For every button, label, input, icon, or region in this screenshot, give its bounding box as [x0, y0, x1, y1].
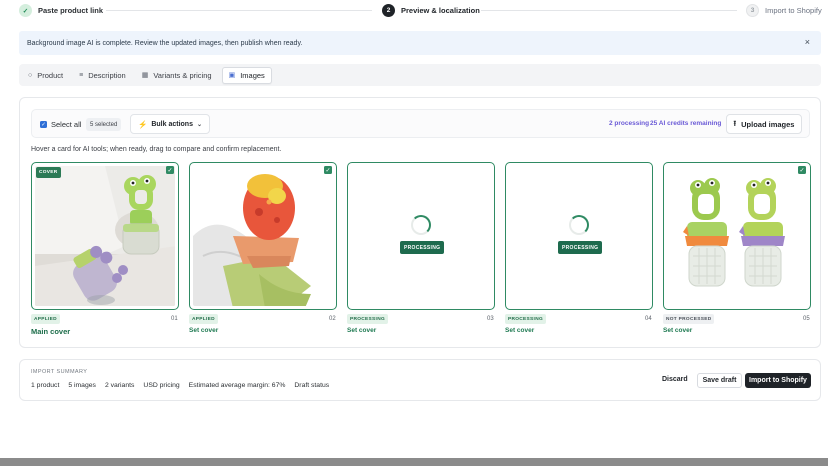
bulk-actions-label: Bulk actions [151, 120, 193, 128]
upload-images-button[interactable]: ⭱ Upload images [726, 114, 802, 134]
set-cover-link[interactable]: Set cover [663, 327, 692, 334]
step-preview[interactable]: 2 Preview & localization [382, 4, 480, 17]
tab-description[interactable]: ≡ Description [73, 67, 132, 84]
card-index: 03 [487, 316, 494, 322]
import-summary-panel: IMPORT SUMMARY 1 product 5 images 2 vari… [19, 359, 821, 401]
image-icon: ▣ [228, 72, 236, 79]
tab-images[interactable]: ▣ Images [221, 66, 272, 84]
product-image [667, 166, 807, 306]
step-number: 2 [382, 4, 395, 17]
tab-variants-pricing[interactable]: ▦ Variants & pricing [136, 67, 218, 84]
image-card[interactable]: PROCESSING [347, 162, 495, 310]
images-toolbar: ✓ Select all 5 selected ⚡ Bulk actions ⌄… [31, 109, 810, 138]
cover-tag: COVER [36, 167, 61, 178]
status-badge: APPLIED [31, 314, 60, 324]
tab-label: Images [240, 70, 265, 80]
step-label: Import to Shopify [765, 6, 822, 15]
set-cover-link[interactable]: Set cover [189, 327, 218, 334]
discard-button[interactable]: Discard [662, 376, 688, 383]
step-connector [481, 10, 737, 11]
status-badge: PROCESSING [347, 314, 388, 324]
bottom-scrollbar[interactable] [0, 458, 828, 466]
select-all-label: Select all [51, 120, 82, 129]
image-card[interactable]: PROCESSING [505, 162, 653, 310]
product-image [35, 166, 175, 306]
selected-count-badge: 5 selected [86, 118, 122, 131]
banner-text: Background image AI is complete. Review … [27, 39, 303, 47]
product-image [193, 166, 333, 306]
bulk-actions-button[interactable]: ⚡ Bulk actions ⌄ [130, 114, 210, 134]
import-to-shopify-button[interactable]: Import to Shopify [745, 373, 811, 388]
tab-bar: ○ Product ≡ Description ▦ Variants & pri… [19, 64, 821, 86]
step-label: Preview & localization [401, 6, 480, 15]
tab-product[interactable]: ○ Product [22, 67, 69, 84]
summary-item: 1 product [31, 382, 60, 389]
upload-label: Upload images [741, 119, 795, 129]
main-cover-label: Main cover [31, 327, 71, 336]
loading-spinner-icon [569, 215, 589, 235]
step-connector [106, 10, 372, 11]
card-index: 04 [645, 316, 652, 322]
summary-item: Estimated average margin: 67% [188, 382, 286, 389]
processing-overlay: PROCESSING [400, 241, 445, 254]
image-card[interactable]: COVER ✓ [31, 162, 179, 310]
card-checkbox[interactable]: ✓ [324, 166, 332, 174]
upload-icon: ⭱ [733, 118, 737, 128]
set-cover-link[interactable]: Set cover [505, 327, 534, 334]
set-cover-link[interactable]: Set cover [347, 327, 376, 334]
summary-item: 5 images [68, 382, 96, 389]
close-icon[interactable]: × [805, 37, 810, 47]
image-card[interactable]: ✓ [189, 162, 337, 310]
status-badge: NOT PROCESSED [663, 314, 715, 324]
select-all-checkbox[interactable]: ✓ Select all [40, 120, 81, 129]
grid-icon: ▦ [141, 72, 149, 79]
images-panel: ✓ Select all 5 selected ⚡ Bulk actions ⌄… [19, 97, 821, 348]
summary-items: 1 product 5 images 2 variants USD pricin… [31, 382, 329, 389]
loading-spinner-icon [411, 215, 431, 235]
status-badge: PROCESSING [505, 314, 546, 324]
save-draft-button[interactable]: Save draft [697, 373, 742, 388]
tab-label: Product [37, 70, 64, 80]
tab-label: Variants & pricing [153, 70, 212, 80]
card-checkbox[interactable]: ✓ [798, 166, 806, 174]
magic-wand-icon: ⚡ [138, 119, 148, 129]
checkbox-checked-icon: ✓ [40, 121, 47, 128]
card-index: 02 [329, 316, 336, 322]
card-index: 01 [171, 316, 178, 322]
tab-label: Description [88, 70, 126, 80]
card-index: 05 [803, 316, 810, 322]
info-banner: Background image AI is complete. Review … [19, 31, 821, 55]
chevron-down-icon: ⌄ [196, 121, 202, 128]
image-card[interactable]: ✓ [663, 162, 811, 310]
hint-text: Hover a card for AI tools; when ready, d… [31, 146, 282, 153]
check-icon: ✓ [19, 4, 32, 17]
processing-count: 2 processing [609, 120, 650, 127]
card-checkbox[interactable]: ✓ [166, 166, 174, 174]
summary-item: USD pricing [143, 382, 180, 389]
progress-stepper: ✓ Paste product link 2 Preview & localiz… [0, 0, 828, 24]
circle-icon: ○ [28, 71, 33, 79]
step-paste-link[interactable]: ✓ Paste product link [19, 4, 103, 17]
step-import[interactable]: 3 Import to Shopify [746, 4, 822, 17]
ai-credits-remaining: 25 AI credits remaining [650, 120, 722, 127]
step-number: 3 [746, 4, 759, 17]
summary-item: 2 variants [104, 382, 135, 389]
step-label: Paste product link [38, 6, 104, 15]
lines-icon: ≡ [79, 71, 84, 79]
summary-title: IMPORT SUMMARY [31, 369, 88, 375]
summary-item: Draft status [294, 382, 330, 389]
status-badge: APPLIED [189, 314, 218, 324]
processing-overlay: PROCESSING [558, 241, 603, 254]
